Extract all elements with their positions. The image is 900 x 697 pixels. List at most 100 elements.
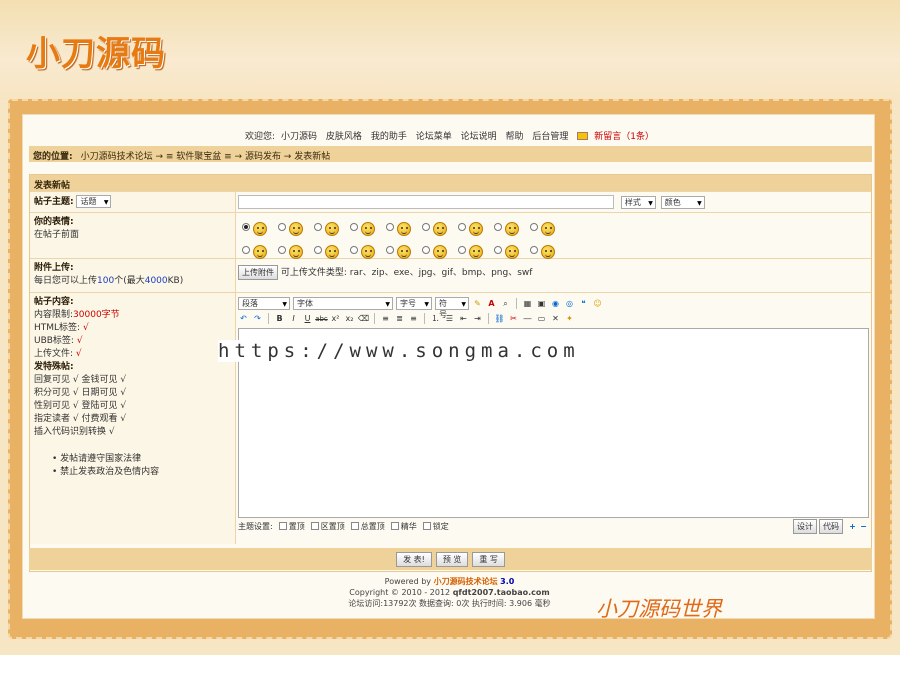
emotion-radio[interactable]	[314, 246, 322, 254]
smiley-face-icon	[433, 222, 447, 236]
underline-icon[interactable]: U	[302, 313, 313, 324]
emotion-option[interactable]	[494, 218, 530, 236]
emotion-option[interactable]	[458, 218, 494, 236]
strikethrough-icon[interactable]: abc	[315, 313, 328, 324]
breadcrumb-path[interactable]: 小刀源码技术论坛 → ≡ 软件聚宝盆 ≡ → 源码发布 → 发表新帖	[81, 152, 331, 162]
emotion-option[interactable]	[314, 241, 350, 259]
align-center-icon[interactable]: ≣	[394, 313, 405, 324]
emotion-radio[interactable]	[458, 246, 466, 254]
emotion-radio[interactable]	[350, 246, 358, 254]
font-select[interactable]: 字体	[293, 297, 393, 310]
lock-checkbox[interactable]	[422, 522, 431, 530]
find-icon[interactable]: ⌕	[500, 298, 511, 309]
emotion-radio[interactable]	[386, 223, 394, 231]
smiley-icon[interactable]: ☺	[592, 298, 603, 309]
emotion-radio[interactable]	[530, 223, 538, 231]
redo-icon[interactable]: ↷	[252, 313, 263, 324]
color-select[interactable]: 颜色	[660, 195, 705, 209]
emotion-option[interactable]	[530, 218, 566, 236]
clean-icon[interactable]: ✦	[564, 313, 575, 324]
new-messages-link[interactable]: 新留言（1条）	[594, 132, 654, 142]
emotion-option[interactable]	[530, 241, 566, 259]
emotion-option[interactable]	[386, 218, 422, 236]
code-tab[interactable]: 代码	[819, 518, 843, 534]
italic-icon[interactable]: I	[288, 313, 299, 324]
emotion-option[interactable]	[350, 218, 386, 236]
indent-icon[interactable]: ⇥	[472, 313, 483, 324]
symbol-select[interactable]: 符号	[435, 297, 469, 319]
shrink-icon[interactable]: −	[858, 521, 869, 532]
emotion-radio[interactable]	[314, 223, 322, 231]
remove-icon[interactable]: ✕	[550, 313, 561, 324]
font-color-icon[interactable]: A	[486, 298, 497, 309]
footer-brand[interactable]: 小刀源码技术论坛	[434, 577, 498, 586]
reset-button[interactable]: 重 写	[472, 551, 505, 567]
emotion-radio[interactable]	[422, 246, 430, 254]
mail-icon[interactable]	[577, 132, 589, 140]
outdent-icon[interactable]: ⇤	[458, 313, 469, 324]
preview-button[interactable]: 预 览	[435, 551, 469, 567]
quote-icon[interactable]: ❝	[578, 298, 589, 309]
pin-checkbox[interactable]	[278, 522, 287, 530]
emotion-option[interactable]	[386, 241, 422, 259]
emotion-radio[interactable]	[494, 246, 502, 254]
nav-link-skin[interactable]: 皮肤风格	[326, 132, 362, 142]
nav-link-admin[interactable]: 后台管理	[532, 132, 568, 142]
emotion-radio[interactable]	[278, 223, 286, 231]
nav-link-menu[interactable]: 论坛菜单	[416, 132, 452, 142]
emotion-radio[interactable]	[386, 246, 394, 254]
bold-icon[interactable]: B	[274, 313, 285, 324]
emotion-radio[interactable]	[350, 223, 358, 231]
emotion-radio[interactable]	[530, 246, 538, 254]
topic-select[interactable]: 话题	[76, 195, 112, 208]
emotion-option[interactable]	[314, 218, 350, 236]
submit-button[interactable]: 发 表!	[396, 551, 432, 567]
nav-link-help[interactable]: 帮助	[505, 132, 523, 142]
emotion-radio[interactable]	[422, 223, 430, 231]
undo-icon[interactable]: ↶	[238, 313, 249, 324]
subject-input[interactable]	[238, 195, 614, 209]
emotion-radio[interactable]	[494, 223, 502, 231]
superscript-icon[interactable]: x²	[330, 313, 341, 324]
design-tab[interactable]: 设计	[793, 518, 817, 534]
nav-link-assistant[interactable]: 我的助手	[371, 132, 407, 142]
nav-link-user[interactable]: 小刀源码	[281, 132, 317, 142]
global-pin-checkbox[interactable]	[350, 522, 359, 530]
nav-link-about[interactable]: 论坛说明	[461, 132, 497, 142]
emotion-option[interactable]	[242, 241, 278, 259]
emotion-radio[interactable]	[278, 246, 286, 254]
emotion-option[interactable]	[458, 241, 494, 259]
link-icon[interactable]: ⛓	[494, 313, 505, 324]
subscript-icon[interactable]: x₂	[344, 313, 355, 324]
emotion-option[interactable]	[494, 241, 530, 259]
footer-domain[interactable]: qfdt2007.taobao.com	[453, 588, 550, 597]
emotion-option[interactable]	[422, 218, 458, 236]
eraser-icon[interactable]: ⌫	[358, 313, 369, 324]
highlight-icon[interactable]: ✎	[472, 298, 483, 309]
paragraph-select[interactable]: 段落	[238, 297, 290, 310]
emotion-option[interactable]	[242, 218, 278, 236]
table-icon[interactable]: ▦	[522, 298, 533, 309]
style-select[interactable]: 样式	[620, 195, 656, 209]
emotion-radio[interactable]	[242, 246, 250, 254]
expand-icon[interactable]: +	[847, 521, 858, 532]
hr-icon[interactable]: ―	[522, 313, 533, 324]
emotion-radio[interactable]	[242, 223, 250, 231]
emotion-radio[interactable]	[458, 223, 466, 231]
area-pin-checkbox[interactable]	[310, 522, 319, 530]
box-icon[interactable]: ▭	[536, 313, 547, 324]
emotion-option[interactable]	[278, 218, 314, 236]
site-logo[interactable]: 小刀源码	[26, 26, 166, 75]
featured-checkbox[interactable]	[390, 522, 399, 530]
flash-icon[interactable]: ◉	[550, 298, 561, 309]
size-select[interactable]: 字号	[396, 297, 432, 310]
image-icon[interactable]: ▣	[536, 298, 547, 309]
align-right-icon[interactable]: ≡	[408, 313, 419, 324]
align-left-icon[interactable]: ≡	[380, 313, 391, 324]
media-icon[interactable]: ◎	[564, 298, 575, 309]
emotion-option[interactable]	[350, 241, 386, 259]
unlink-icon[interactable]: ✂	[508, 313, 519, 324]
upload-button[interactable]: 上传附件	[238, 265, 278, 280]
emotion-option[interactable]	[422, 241, 458, 259]
emotion-option[interactable]	[278, 241, 314, 259]
